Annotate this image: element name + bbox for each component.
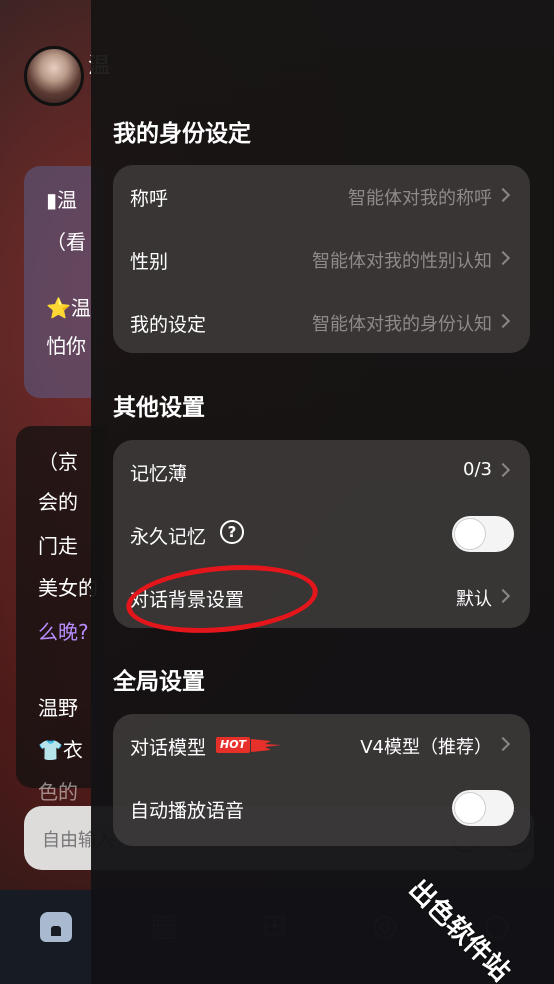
gender-label: 性别 [130,251,169,273]
memo-row[interactable]: 记忆薄 0/3 [113,440,530,502]
help-icon[interactable]: ? [220,520,244,544]
chevron-right-icon [495,313,511,329]
my-persona-label: 我的设定 [130,314,207,336]
chat-background-value: 默认 [456,589,492,610]
settings-drawer: 我的身份设定 称呼 智能体对我的称呼 性别 智能体对我的性别认知 我的设定 智能… [91,0,554,984]
chat-model-row[interactable]: 对话模型 HOT V4模型（推荐） [113,714,530,776]
autoplay-voice-row: 自动播放语音 [113,777,530,839]
chat-model-label: 对话模型 [130,737,207,759]
message-line: 会的 [38,490,78,514]
message-line: 么晚? [38,620,89,644]
nickname-row[interactable]: 称呼 智能体对我的称呼 [113,165,530,227]
autoplay-voice-toggle[interactable] [452,790,514,826]
chevron-right-icon [495,462,511,478]
permanent-memory-toggle[interactable] [452,516,514,552]
permanent-memory-label: 永久记忆 [130,526,207,548]
my-persona-row[interactable]: 我的设定 智能体对我的身份认知 [113,291,530,353]
gender-row[interactable]: 性别 智能体对我的性别认知 [113,228,530,290]
nickname-value: 智能体对我的称呼 [348,188,492,209]
message-line: 👕衣 [38,738,83,762]
home-icon[interactable] [40,912,72,942]
intro-line: 怕你 [46,334,86,358]
chat-model-value: V4模型（推荐） [360,737,492,758]
message-line: （京 [38,450,78,474]
intro-line: ▮温 [46,188,78,212]
gender-value: 智能体对我的性别认知 [312,251,492,272]
chevron-right-icon [495,250,511,266]
toggle-knob [454,518,486,550]
intro-line: （看 [46,230,86,254]
my-persona-value: 智能体对我的身份认知 [312,314,492,335]
other-section-title: 其他设置 [113,395,205,421]
message-line: 美女的 [38,576,98,600]
nickname-label: 称呼 [130,188,169,210]
identity-settings-group: 称呼 智能体对我的称呼 性别 智能体对我的性别认知 我的设定 智能体对我的身份认… [113,165,530,353]
chevron-right-icon [495,187,511,203]
hot-badge: HOT [216,737,251,753]
memo-label: 记忆薄 [130,463,188,485]
message-line: 色的 [38,780,78,804]
permanent-memory-row: 永久记忆 ? [113,503,530,565]
intro-line: ⭐温 [46,296,91,320]
chevron-right-icon [495,588,511,604]
message-line: 门走 [38,534,78,558]
memo-count: 0/3 [463,459,492,480]
message-line: 温野 [38,696,78,720]
chat-avatar[interactable] [24,46,84,106]
autoplay-voice-label: 自动播放语音 [130,800,245,822]
global-settings-group: 对话模型 HOT V4模型（推荐） 自动播放语音 [113,714,530,846]
toggle-knob [454,792,486,824]
identity-section-title: 我的身份设定 [113,121,251,147]
flame-icon [251,739,281,752]
chevron-right-icon [495,736,511,752]
global-section-title: 全局设置 [113,669,205,695]
